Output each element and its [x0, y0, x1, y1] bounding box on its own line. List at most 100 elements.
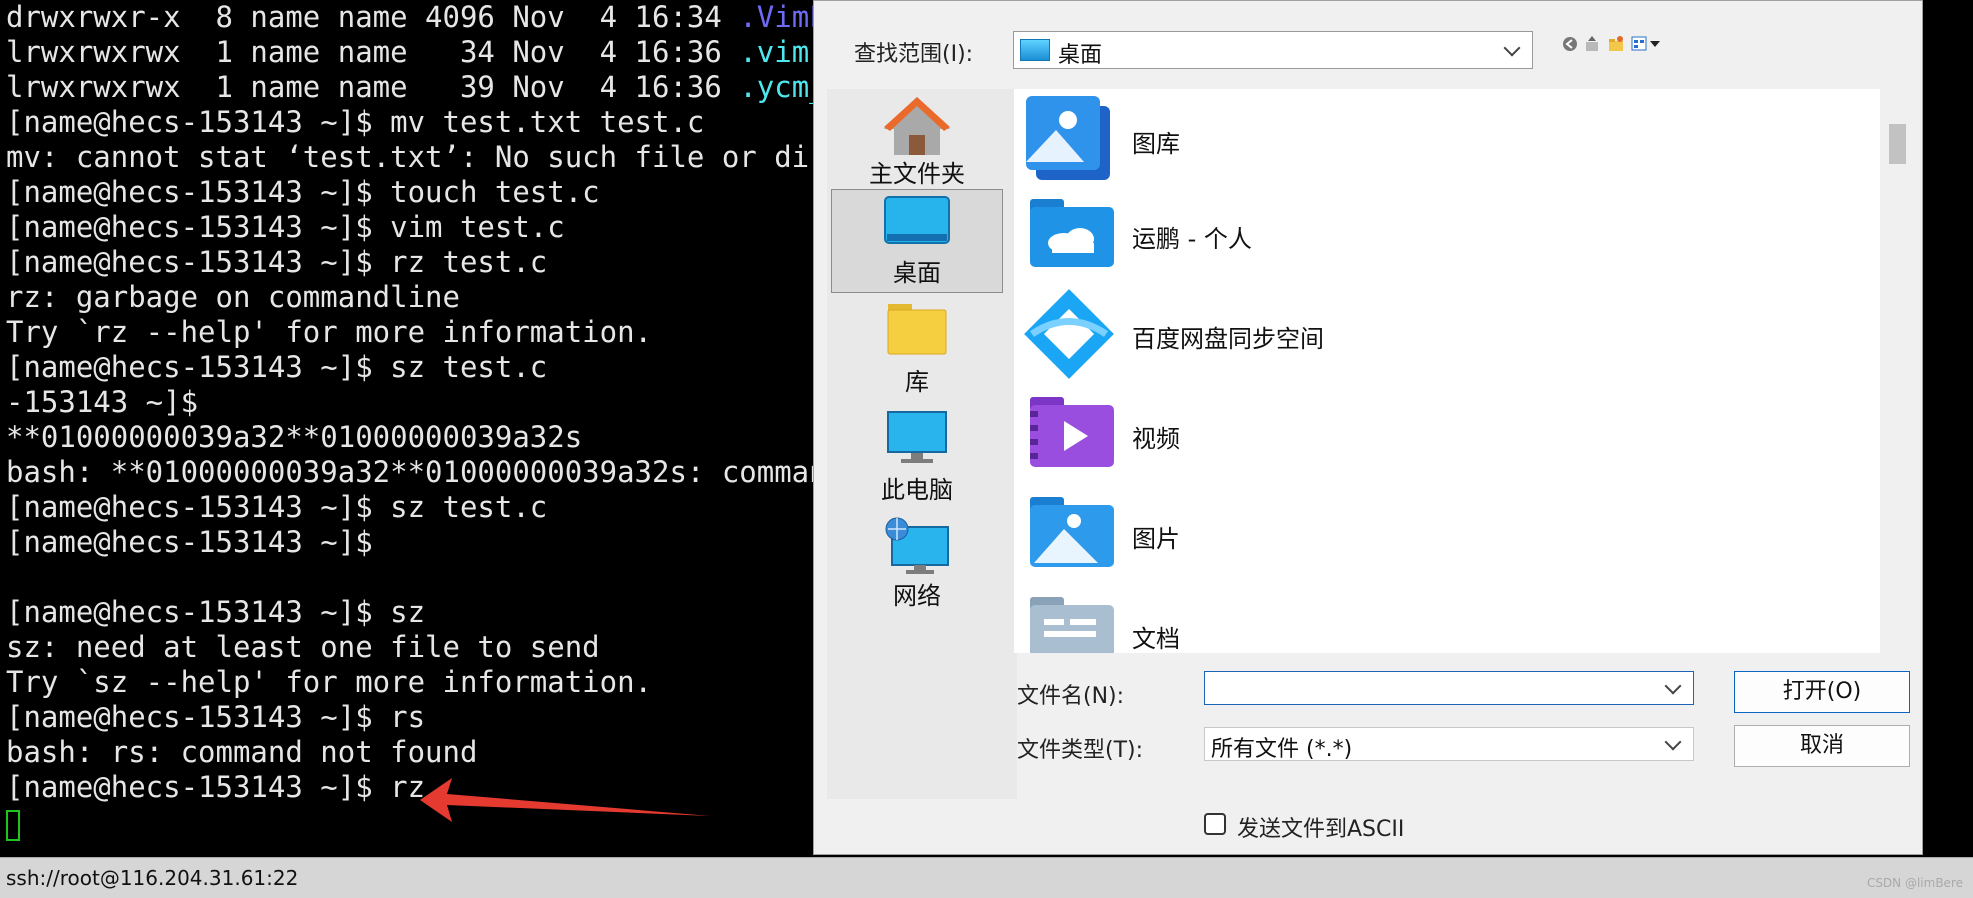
terminal-text: lrwxrwxrwx 1 name name 39 Nov 4 16:36	[6, 70, 740, 104]
desktop-icon	[884, 196, 950, 250]
back-icon[interactable]	[1561, 35, 1579, 53]
lookin-value: 桌面	[1058, 43, 1103, 68]
filename-field[interactable]	[1204, 671, 1694, 705]
gallery-icon	[1024, 94, 1114, 184]
ascii-label: 发送文件到ASCII	[1237, 817, 1405, 842]
terminal-line: rz: garbage on commandline	[6, 280, 460, 315]
file-name: 文档	[1132, 625, 1180, 653]
place-desktop[interactable]: 桌面	[831, 189, 1003, 293]
terminal-text: bash: **01000000039a32**01000000039a32s:…	[6, 455, 845, 489]
terminal-text: [name@hecs-153143 ~]$ vim test.c	[6, 210, 565, 244]
annotation-arrow-shape	[420, 778, 710, 822]
place-label: 主文件夹	[869, 160, 965, 188]
terminal-line: -153143 ~]$	[6, 385, 198, 420]
filename-input[interactable]	[1209, 675, 1653, 703]
place-label: 库	[905, 368, 929, 396]
terminal-text: [name@hecs-153143 ~]$ sz test.c	[6, 350, 548, 384]
terminal-line: lrwxrwxrwx 1 name name 34 Nov 4 16:36 .v…	[6, 35, 844, 70]
place-label: 网络	[893, 582, 941, 610]
up-folder-icon[interactable]	[1583, 35, 1601, 53]
lookin-label: 查找范围(I):	[854, 42, 974, 67]
documents-folder-icon	[1024, 589, 1114, 653]
terminal-text: bash: rs: command not found	[6, 735, 478, 769]
terminal-text: **01000000039a32**01000000039a32s	[6, 420, 583, 454]
lookin-combo[interactable]: 桌面	[1013, 31, 1533, 69]
file-name: 运鹏 - 个人	[1132, 225, 1252, 253]
file-name: 图片	[1132, 525, 1180, 553]
place-label: 此电脑	[881, 476, 953, 504]
place-home[interactable]: 主文件夹	[831, 89, 1003, 193]
file-name: 图库	[1132, 130, 1180, 158]
terminal-line: [name@hecs-153143 ~]$ mv test.txt test.c	[6, 105, 704, 140]
terminal-line: [name@hecs-153143 ~]$ rz	[6, 770, 425, 805]
place-computer[interactable]: 此电脑	[831, 405, 1003, 509]
filetype-value: 所有文件 (*.*)	[1211, 737, 1353, 762]
terminal-text: sz: need at least one file to send	[6, 630, 600, 664]
terminal-line: mv: cannot stat ‘test.txt’: No such file…	[6, 140, 844, 175]
terminal-line: [name@hecs-153143 ~]$	[6, 525, 373, 560]
dialog-title-strip	[814, 1, 1922, 15]
terminal-text: mv: cannot stat ‘test.txt’: No such file…	[6, 140, 845, 174]
terminal-text: [name@hecs-153143 ~]$ sz	[6, 595, 426, 629]
open-button[interactable]: 打开(O)	[1734, 671, 1910, 713]
library-icon	[887, 303, 947, 359]
terminal-text: [name@hecs-153143 ~]$ touch test.c	[6, 175, 600, 209]
terminal-line: **01000000039a32**01000000039a32s	[6, 420, 582, 455]
filetype-label: 文件类型(T):	[1017, 738, 1144, 763]
desktop-folder-icon	[1020, 39, 1050, 61]
terminal-text: -153143 ~]$	[6, 385, 199, 419]
terminal-line: [name@hecs-153143 ~]$ sz test.c	[6, 490, 547, 525]
file-name: 视频	[1132, 425, 1180, 453]
places-bar: 主文件夹 桌面 库 此电脑 网络	[827, 89, 1017, 799]
terminal-text: [name@hecs-153143 ~]$ rs	[6, 700, 426, 734]
file-list[interactable]: 图库 运鹏 - 个人 百度网盘同步空间 视频 图片 文档	[1014, 89, 1880, 653]
scrollbar-thumb[interactable]	[1889, 124, 1906, 164]
terminal-text: [name@hecs-153143 ~]$ rz test.c	[6, 245, 548, 279]
terminal-line: Try `sz --help' for more information.	[6, 665, 652, 700]
view-menu-icon[interactable]	[1631, 35, 1660, 53]
terminal-text: rz: garbage on commandline	[6, 280, 460, 314]
watermark: CSDN @limBere	[1866, 876, 1963, 890]
place-library[interactable]: 库	[831, 297, 1003, 401]
chevron-down-icon	[1503, 39, 1521, 57]
terminal-text: drwxrwxr-x 8 name name 4096 Nov 4 16:34	[6, 0, 740, 34]
terminal-line: [name@hecs-153143 ~]$ sz test.c	[6, 350, 547, 385]
terminal-line: drwxrwxr-x 8 name name 4096 Nov 4 16:34 …	[6, 0, 844, 35]
terminal-text: Try `sz --help' for more information.	[6, 665, 653, 699]
home-icon	[882, 95, 952, 161]
file-list-scrollbar[interactable]	[1880, 89, 1912, 653]
terminal-line: [name@hecs-153143 ~]$ sz	[6, 595, 425, 630]
terminal-cursor	[6, 810, 20, 841]
ascii-checkbox[interactable]	[1204, 813, 1226, 835]
chevron-down-icon	[1664, 733, 1682, 751]
file-open-dialog: 查找范围(I): 桌面 主文件夹 桌面 库 此电脑 网络 图库 运鹏 - 个人 …	[813, 0, 1923, 855]
chevron-down-icon[interactable]	[1664, 677, 1682, 695]
terminal-line: [name@hecs-153143 ~]$ vim test.c	[6, 210, 565, 245]
file-name: 百度网盘同步空间	[1132, 325, 1324, 353]
terminal-line: bash: **01000000039a32**01000000039a32s:…	[6, 455, 844, 490]
terminal-text: [name@hecs-153143 ~]$ mv test.txt test.c	[6, 105, 705, 139]
terminal-text: [name@hecs-153143 ~]$	[6, 525, 373, 559]
terminal-line: sz: need at least one file to send	[6, 630, 600, 665]
terminal-line: bash: rs: command not found	[6, 735, 477, 770]
annotation-arrow	[420, 778, 710, 822]
terminal-line: [name@hecs-153143 ~]$ touch test.c	[6, 175, 600, 210]
new-folder-icon[interactable]	[1607, 35, 1625, 53]
pictures-folder-icon	[1024, 489, 1114, 579]
filetype-select[interactable]: 所有文件 (*.*)	[1204, 727, 1694, 762]
cancel-button[interactable]: 取消	[1734, 725, 1910, 767]
place-label: 桌面	[893, 259, 941, 287]
terminal-line: Try `rz --help' for more information.	[6, 315, 652, 350]
terminal-text: Try `rz --help' for more information.	[6, 315, 653, 349]
videos-folder-icon	[1024, 389, 1114, 479]
computer-icon	[887, 411, 947, 469]
filename-label: 文件名(N):	[1017, 684, 1125, 709]
terminal-text: lrwxrwxrwx 1 name name 34 Nov 4 16:36	[6, 35, 740, 69]
network-icon	[884, 517, 950, 579]
terminal-text: [name@hecs-153143 ~]$ sz test.c	[6, 490, 548, 524]
terminal-line: lrwxrwxrwx 1 name name 39 Nov 4 16:36 .y…	[6, 70, 844, 105]
terminal-line: [name@hecs-153143 ~]$ rz test.c	[6, 245, 547, 280]
baidu-netdisk-icon	[1024, 289, 1114, 379]
onedrive-folder-icon	[1024, 189, 1114, 279]
place-network[interactable]: 网络	[831, 511, 1003, 615]
